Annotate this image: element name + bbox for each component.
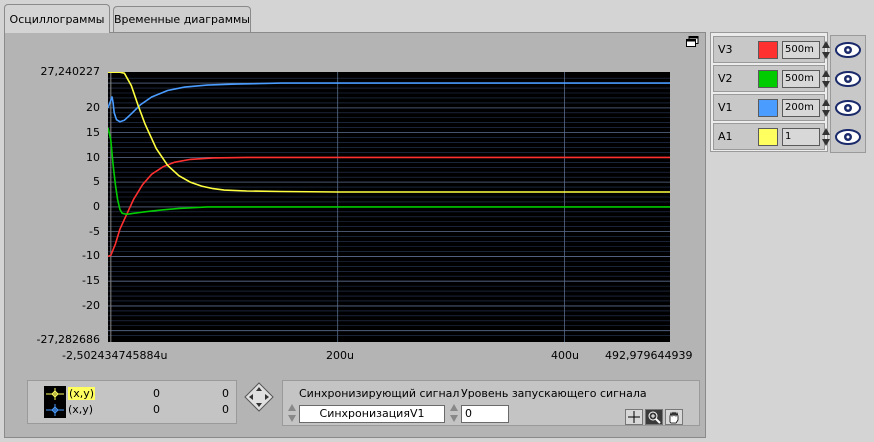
cursor-y-value: 0 [222,403,229,416]
cursor-y-value: 0 [222,387,229,400]
sync-signal-label: Синхронизирующий сигнал [299,387,460,400]
eye-icon[interactable] [834,97,862,119]
y-tick-label: 10 [86,151,100,164]
spin-arrows-icon[interactable] [287,403,297,423]
tab-oscillograms-label: Осциллограммы [9,12,105,26]
cursor-x-value: 0 [153,403,160,416]
tab-oscillograms[interactable]: Осциллограммы [4,4,110,33]
y-tick-label: -27,282686 [36,333,100,346]
y-tick-label: 20 [86,101,100,114]
visibility-column [830,35,866,153]
channel-row-a1: A1 1 [713,123,830,150]
channel-scale-field[interactable]: 1 [782,128,820,146]
channel-color-swatch[interactable] [758,128,778,146]
eye-icon[interactable] [834,126,862,148]
cursor-crosshair-icon [44,386,66,402]
y-tick-label: -20 [82,299,100,312]
y-tick-label: -10 [82,249,100,262]
channel-scale-field[interactable]: 500m [782,41,820,59]
cursor-row[interactable]: (x,y) 0 0 [38,402,234,418]
cursor-crosshair-icon [44,402,66,418]
y-tick-label: 27,240227 [40,65,101,78]
y-tick-label: 15 [86,126,100,139]
channel-legend: V3 500m V2 500m V1 200m A1 1 [710,32,830,152]
y-tick-label: -15 [82,274,100,287]
cursor-readout: (x,y) 0 0 (x,y) 0 0 [27,380,237,424]
x-tick-label: -2,502434745884u [62,349,168,362]
cursor-label: (x,y) [68,387,96,400]
y-tick-label: 0 [93,200,100,213]
channel-row-v3: V3 500m [713,36,830,63]
eye-icon[interactable] [834,68,862,90]
channel-name: V2 [718,72,733,85]
oscilloscope-plot[interactable] [108,72,670,342]
x-tick-label: 200u [326,349,354,362]
cursor-label: (x,y) [68,403,94,416]
channel-scale-field[interactable]: 500m [782,70,820,88]
y-tick-label: -5 [89,225,100,238]
trigger-level-label: Уровень запускающего сигнала [461,387,647,400]
sync-signal-select[interactable]: СинхронизацияV1 [299,405,445,423]
spin-arrows-icon[interactable] [449,403,459,423]
y-tick-label: 5 [93,175,100,188]
trigger-settings: Синхронизирующий сигнал Уровень запускаю… [282,380,700,426]
channel-color-swatch[interactable] [758,99,778,117]
tab-timing-diagrams-label: Временные диаграммы [114,13,250,26]
zoom-icon[interactable] [645,409,663,425]
channel-color-swatch[interactable] [758,41,778,59]
channel-row-v1: V1 200m [713,94,830,121]
diamond-navigator-icon[interactable] [244,382,274,412]
x-tick-label: 492,979644939 [605,349,693,362]
eye-icon[interactable] [834,39,862,61]
trigger-level-input[interactable]: 0 [461,405,509,423]
channel-color-swatch[interactable] [758,70,778,88]
channel-name: A1 [718,130,733,143]
channel-name: V3 [718,43,733,56]
cursor-row[interactable]: (x,y) 0 0 [38,386,234,402]
x-tick-label: 400u [551,349,579,362]
tab-timing-diagrams[interactable]: Временные диаграммы [113,6,251,32]
cursor-crosshair-icon[interactable] [625,409,643,425]
cursor-x-value: 0 [153,387,160,400]
channel-row-v2: V2 500m [713,65,830,92]
restore-window-icon[interactable] [686,36,699,47]
channel-name: V1 [718,101,733,114]
channel-scale-field[interactable]: 200m [782,99,820,117]
hand-pan-icon[interactable] [665,409,683,425]
